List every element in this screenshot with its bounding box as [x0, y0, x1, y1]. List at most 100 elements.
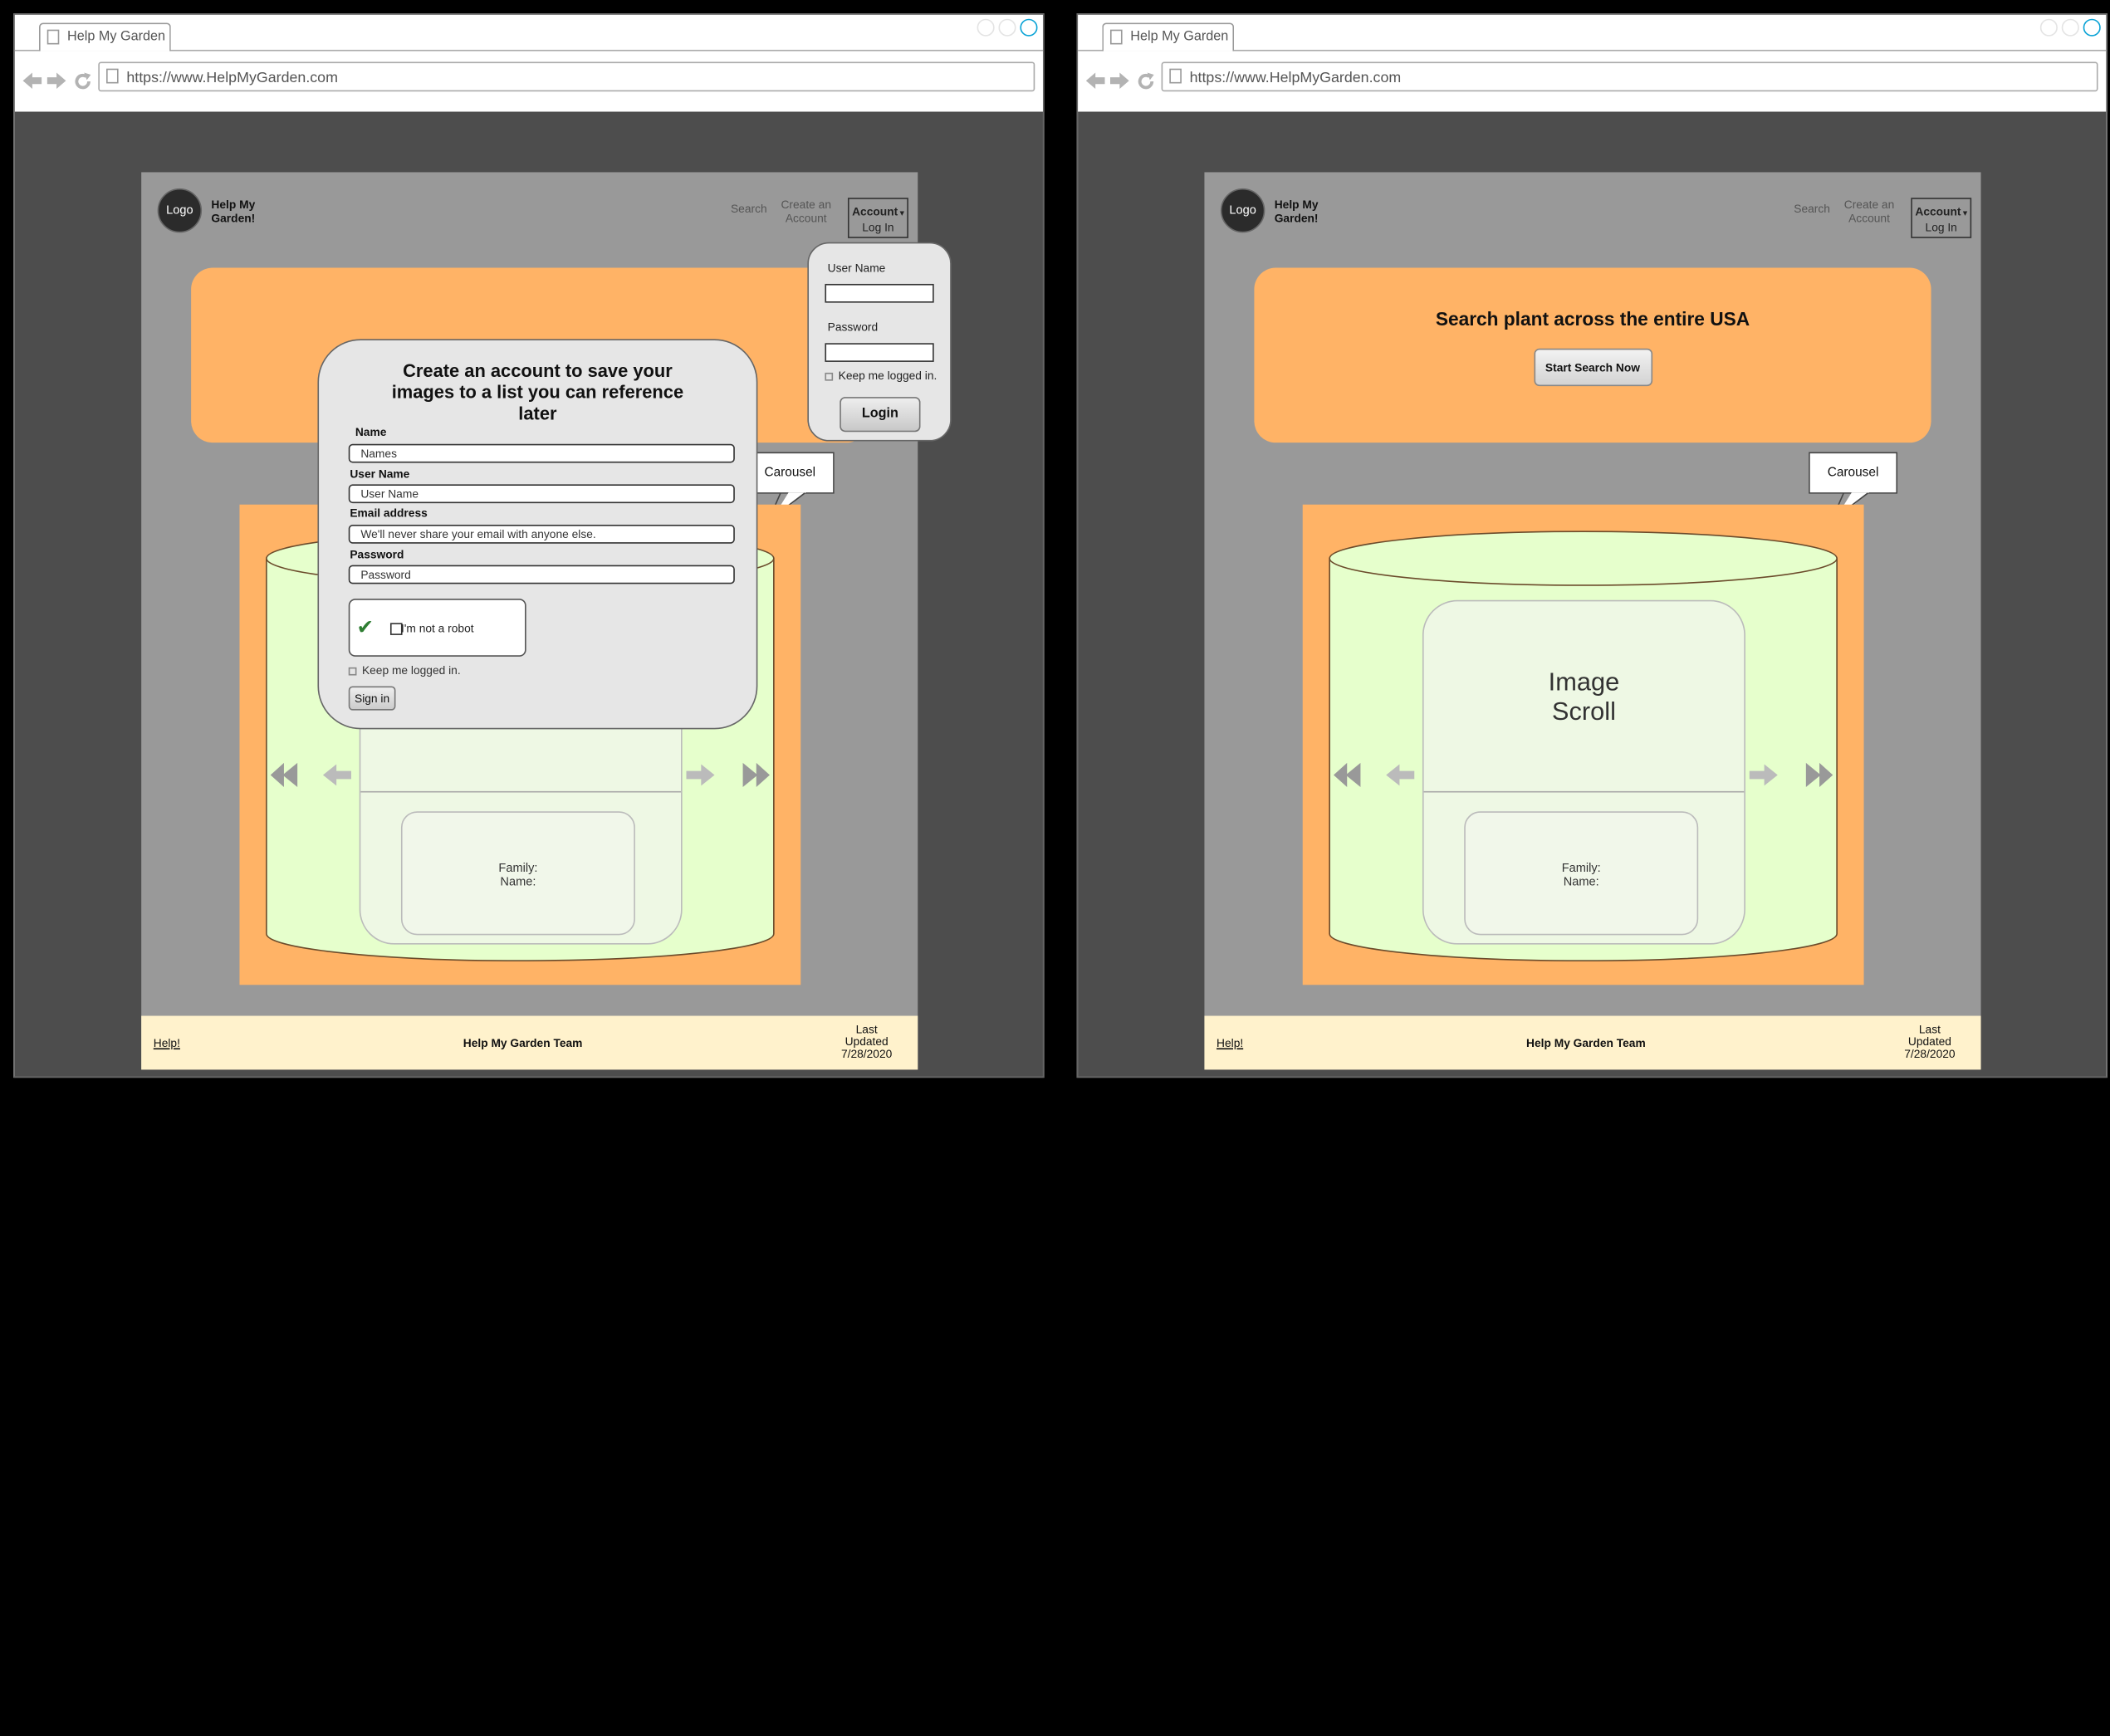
double-right-arrow-icon[interactable]	[1804, 761, 1833, 788]
browser-window-signup: Help My Garden https://www.HelpMyGarden.…	[13, 13, 1045, 1078]
url-text: https://www.HelpMyGarden.com	[1189, 70, 1402, 86]
footer: Help! Help My Garden Team Last Updated 7…	[141, 1015, 918, 1070]
keep-logged-in-option[interactable]: Keep me logged in.	[348, 663, 461, 677]
password-field-label: Password	[350, 547, 404, 561]
viewport: Logo Help My Garden! Search Create an Ac…	[14, 111, 1043, 1077]
captcha-widget[interactable]: ✔ I'm not a robot	[348, 599, 526, 657]
keep-logged-in-label: Keep me logged in.	[361, 663, 461, 677]
page-icon	[47, 29, 60, 45]
log-in-link[interactable]: Log In	[849, 221, 908, 234]
image-scroll-label: Image Scroll	[1548, 668, 1620, 727]
back-arrow-icon[interactable]	[1085, 72, 1105, 93]
account-menu[interactable]: Account ▾ Log In	[847, 198, 908, 238]
divider	[360, 790, 682, 793]
name-field-label: Name	[355, 425, 387, 439]
browser-toolbar: https://www.HelpMyGarden.com	[15, 51, 1043, 110]
address-bar[interactable]: https://www.HelpMyGarden.com	[1161, 61, 2098, 92]
start-search-button[interactable]: Start Search Now	[1533, 348, 1652, 387]
wireframe-canvas: Help My Garden https://www.HelpMyGarden.…	[0, 0, 2110, 1736]
close-button[interactable]	[2083, 18, 2101, 37]
username-field[interactable]: User Name	[348, 484, 735, 504]
account-text: Account	[852, 204, 898, 218]
page-icon	[1109, 29, 1123, 45]
browser-tab[interactable]: Help My Garden	[1102, 22, 1234, 51]
maximize-button[interactable]	[998, 18, 1016, 37]
brand-name: Help My Garden!	[211, 198, 256, 224]
captcha-label: I'm not a robot	[400, 621, 474, 635]
forward-arrow-icon[interactable]	[47, 72, 66, 93]
double-right-arrow-icon[interactable]	[740, 761, 770, 788]
footer: Help! Help My Garden Team Last Updated 7…	[1204, 1015, 1981, 1070]
close-button[interactable]	[1020, 18, 1038, 37]
account-label[interactable]: Account ▾	[849, 204, 908, 218]
caret-down-icon: ▾	[898, 209, 904, 218]
account-label[interactable]: Account ▾	[1912, 204, 1970, 218]
double-left-arrow-icon[interactable]	[1334, 761, 1363, 788]
page-icon	[1169, 68, 1182, 84]
login-keep-logged-in-option[interactable]: Keep me logged in.	[825, 369, 937, 382]
email-field[interactable]: We'll never share your email with anyone…	[348, 525, 735, 544]
family-label: Family:	[498, 861, 538, 875]
image-scroll-card[interactable]: Image Scroll Family: Name:	[1422, 599, 1745, 945]
left-arrow-icon[interactable]	[1386, 761, 1416, 788]
reload-icon[interactable]	[74, 72, 91, 95]
caret-down-icon: ▾	[1961, 209, 1968, 218]
team-credit: Help My Garden Team	[1526, 1035, 1646, 1050]
account-text: Account	[1915, 204, 1961, 218]
name-label: Name:	[1563, 874, 1599, 888]
log-in-link[interactable]: Log In	[1912, 221, 1970, 234]
sign-in-button[interactable]: Sign in	[348, 686, 396, 711]
username-field-label: User Name	[350, 467, 410, 481]
browser-window-home: Help My Garden https://www.HelpMyGarden.…	[1076, 13, 2108, 1078]
name-field[interactable]: Names	[348, 443, 735, 463]
tab-title: Help My Garden	[1130, 29, 1229, 45]
right-arrow-icon[interactable]	[685, 761, 715, 788]
minimize-button[interactable]	[977, 18, 995, 37]
password-field[interactable]: Password	[348, 565, 735, 584]
plant-info-card: Family: Name:	[1464, 811, 1699, 936]
last-updated: Last Updated 7/28/2020	[1904, 1022, 1956, 1061]
window-controls	[973, 18, 1038, 43]
login-username-label: User Name	[827, 261, 886, 275]
signup-modal: Create an account to save your images to…	[317, 339, 758, 730]
logo[interactable]: Logo	[157, 188, 203, 233]
carousel-callout: Carousel	[1809, 452, 1898, 494]
right-arrow-icon[interactable]	[1748, 761, 1778, 788]
team-credit: Help My Garden Team	[463, 1035, 583, 1050]
login-button[interactable]: Login	[840, 397, 921, 433]
forward-arrow-icon[interactable]	[1109, 72, 1129, 93]
carousel-callout: Carousel	[745, 452, 835, 494]
tab-bar: Help My Garden	[14, 15, 1043, 51]
brand-name: Help My Garden!	[1274, 198, 1319, 224]
browser-tab[interactable]: Help My Garden	[38, 22, 171, 51]
nav-create-account-link[interactable]: Create an Account	[1839, 198, 1898, 225]
login-password-field[interactable]	[825, 343, 934, 362]
last-updated: Last Updated 7/28/2020	[841, 1022, 893, 1061]
login-popover: User Name Password Keep me logged in. Lo…	[807, 242, 952, 442]
back-arrow-icon[interactable]	[22, 72, 42, 93]
login-username-field[interactable]	[825, 283, 934, 303]
nav-search-link[interactable]: Search	[1794, 202, 1830, 215]
page-icon	[106, 68, 119, 84]
minimize-button[interactable]	[2039, 18, 2058, 37]
double-left-arrow-icon[interactable]	[270, 761, 301, 788]
tab-title: Help My Garden	[67, 29, 166, 45]
left-arrow-icon[interactable]	[322, 761, 353, 788]
address-bar[interactable]: https://www.HelpMyGarden.com	[98, 61, 1035, 92]
name-label: Name:	[500, 874, 536, 888]
maximize-button[interactable]	[2061, 18, 2079, 37]
signup-title: Create an account to save your images to…	[391, 360, 684, 424]
checkmark-icon: ✔	[356, 616, 374, 639]
reload-icon[interactable]	[1137, 72, 1154, 95]
keep-logged-in-checkbox[interactable]	[348, 667, 357, 676]
viewport: Logo Help My Garden! Search Create an Ac…	[1078, 111, 2107, 1077]
browser-toolbar: https://www.HelpMyGarden.com	[1078, 51, 2106, 110]
plant-info-card: Family: Name:	[400, 811, 635, 936]
account-menu[interactable]: Account ▾ Log In	[1911, 198, 1972, 238]
login-keep-logged-in-checkbox[interactable]	[825, 372, 834, 381]
nav-search-link[interactable]: Search	[731, 202, 767, 215]
hero-title: Search plant across the entire USA	[1435, 308, 1750, 330]
logo[interactable]: Logo	[1220, 188, 1266, 233]
nav-create-account-link[interactable]: Create an Account	[776, 198, 835, 225]
login-keep-logged-in-label: Keep me logged in.	[838, 369, 938, 383]
